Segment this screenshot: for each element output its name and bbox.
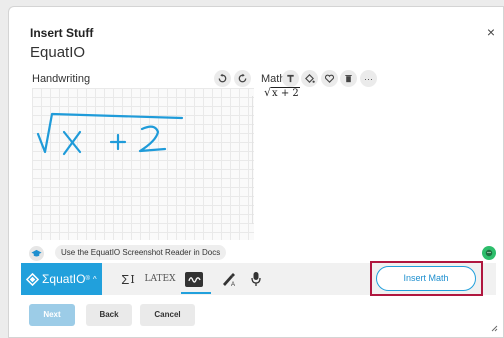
fill-color-button[interactable] xyxy=(301,70,318,87)
dialog-title: Insert Stuff xyxy=(30,26,94,40)
math-preview: √x + 2 xyxy=(264,86,300,99)
handwritten-sqrt-strokes xyxy=(36,112,184,156)
graduation-cap-icon xyxy=(29,246,44,261)
equatio-logo-text: ΣquatIO xyxy=(42,272,86,286)
close-button[interactable]: × xyxy=(487,25,495,39)
more-icon: ··· xyxy=(364,73,373,84)
favorite-button[interactable] xyxy=(321,70,338,87)
graph-draw-button[interactable]: A xyxy=(217,263,241,295)
fill-color-icon xyxy=(305,74,315,83)
active-tool-indicator xyxy=(181,292,211,294)
math-editor-button[interactable]: ΣI xyxy=(117,263,139,295)
equatio-menu-button[interactable]: ΣquatIO ® ^ xyxy=(21,263,102,295)
undo-icon xyxy=(218,73,227,83)
redo-icon xyxy=(238,73,247,83)
redo-button[interactable] xyxy=(234,70,251,87)
insert-math-highlight xyxy=(370,261,483,296)
smiley-status-icon[interactable] xyxy=(482,246,496,260)
sigma-icon: Σ xyxy=(121,271,130,287)
text-format-button[interactable] xyxy=(282,70,299,87)
app-name: EquatIO xyxy=(30,44,86,61)
svg-text:A: A xyxy=(231,282,235,287)
delete-button[interactable] xyxy=(340,70,357,87)
resize-grip-icon[interactable] xyxy=(490,324,498,332)
speech-input-button[interactable] xyxy=(247,263,265,295)
favorite-icon xyxy=(324,74,335,83)
latex-label: LATEX xyxy=(144,274,176,284)
handwriting-tool-button[interactable] xyxy=(181,263,207,295)
delete-icon xyxy=(345,75,352,83)
registered-mark: ® xyxy=(85,276,90,282)
microphone-icon xyxy=(251,272,261,286)
chevron-up-icon: ^ xyxy=(92,274,97,284)
undo-button[interactable] xyxy=(214,70,231,87)
panel-divider xyxy=(252,96,253,224)
screenshot-reader-link[interactable]: Use the EquatIO Screenshot Reader in Doc… xyxy=(55,245,227,260)
text-format-icon xyxy=(287,74,294,83)
next-button[interactable]: Next xyxy=(29,304,75,326)
radical-sign: √ xyxy=(264,86,272,99)
handwriting-canvas[interactable] xyxy=(32,88,254,240)
latex-editor-button[interactable]: LATEX xyxy=(144,263,176,295)
pen-draw-icon: A xyxy=(223,273,235,287)
cancel-button[interactable]: Cancel xyxy=(140,304,195,326)
back-button[interactable]: Back xyxy=(86,304,132,326)
radicand: x + 2 xyxy=(271,87,300,99)
text-cursor-icon: I xyxy=(130,272,135,286)
handwriting-tool-icon xyxy=(185,271,203,287)
handwriting-title: Handwriting xyxy=(32,73,91,85)
more-button[interactable]: ··· xyxy=(360,70,377,87)
equatio-logo-icon xyxy=(26,272,39,286)
